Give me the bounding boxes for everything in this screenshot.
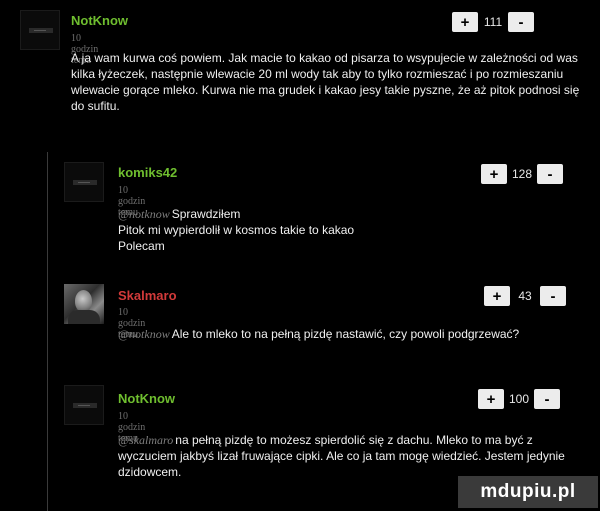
avatar[interactable] <box>64 162 104 202</box>
vote-count: 100 <box>508 392 530 406</box>
avatar[interactable] <box>20 10 60 50</box>
downvote-button[interactable]: - <box>508 12 534 32</box>
vote-count: 111 <box>483 15 503 29</box>
watermark-stamp <box>548 466 574 476</box>
watermark-logo: mdupiu.pl <box>458 476 598 508</box>
downvote-button[interactable]: - <box>540 286 566 306</box>
comment-line: Sprawdziłem <box>171 207 241 221</box>
avatar[interactable] <box>64 385 104 425</box>
username[interactable]: komiks42 <box>118 165 177 180</box>
comment-text: @notknow Ale to mleko to na pełną pizdę n… <box>118 326 548 342</box>
downvote-button[interactable]: - <box>537 164 563 184</box>
comment-text: @skalmaro na pełną pizdę to możesz spierd… <box>118 432 578 480</box>
thread-line <box>47 152 48 511</box>
vote-count: 43 <box>518 289 532 303</box>
vote-box: + 128 - <box>481 163 563 185</box>
username[interactable]: NotKnow <box>71 13 128 28</box>
comment-text: @notknow Sprawdziłem Pitok mi wypierdolił… <box>118 206 538 254</box>
mention[interactable]: @skalmaro <box>118 433 173 447</box>
comment-line: na pełną pizdę to możesz spierdolić się … <box>118 433 565 479</box>
avatar[interactable] <box>64 284 104 324</box>
upvote-button[interactable]: + <box>452 12 478 32</box>
vote-box: + 43 - <box>484 285 566 307</box>
vote-box: + 100 - <box>478 388 560 410</box>
comment-text: A ja wam kurwa coś powiem. Jak macie to … <box>71 51 580 113</box>
comment-line: Pitok mi wypierdolił w kosmos takie to k… <box>118 223 355 237</box>
upvote-button[interactable]: + <box>481 164 507 184</box>
mention[interactable]: @notknow <box>118 327 170 341</box>
comment-line: Ale to mleko to na pełną pizdę nastawić,… <box>171 327 520 341</box>
comment-line: Polecam <box>118 239 165 253</box>
downvote-button[interactable]: - <box>534 389 560 409</box>
upvote-button[interactable]: + <box>484 286 510 306</box>
mention[interactable]: @notknow <box>118 207 170 221</box>
username[interactable]: Skalmaro <box>118 288 177 303</box>
vote-count: 128 <box>511 167 533 181</box>
vote-box: + 111 - <box>452 11 534 33</box>
username[interactable]: NotKnow <box>118 391 175 406</box>
upvote-button[interactable]: + <box>478 389 504 409</box>
